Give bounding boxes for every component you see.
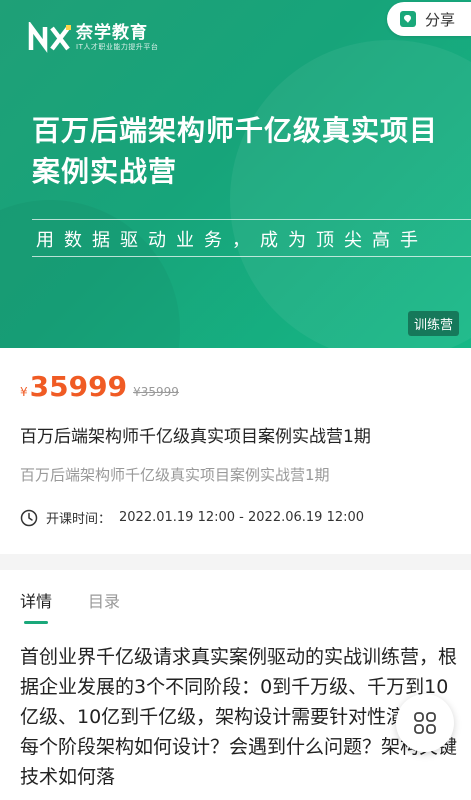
brand-logo: 奈学教育 IT人才职业能力提升平台: [28, 22, 158, 54]
current-price: 35999: [29, 370, 128, 403]
banner-decoration: [230, 40, 471, 348]
time-value: 2022.01.19 12:00 - 2022.06.19 12:00: [119, 510, 365, 525]
detail-tabs: 详情 目录: [20, 588, 120, 624]
price-row: ¥ 35999 ¥35999: [20, 370, 179, 403]
banner-title: 百万后端架构师千亿级真实项目案例实战营: [32, 114, 439, 188]
share-icon: [400, 11, 416, 27]
share-label: 分享: [425, 10, 456, 29]
course-banner: 奈学教育 IT人才职业能力提升平台 分享 百万后端架构师千亿级真实项目案例实战营…: [0, 0, 471, 348]
grid-menu-icon: [414, 712, 436, 734]
share-button[interactable]: 分享: [387, 2, 471, 36]
floating-menu-button[interactable]: [396, 694, 454, 752]
clock-icon: [20, 509, 38, 526]
course-subtitle: 百万后端架构师千亿级真实项目案例实战营1期: [20, 466, 330, 484]
brand-name: 奈学教育: [76, 23, 148, 43]
course-time: 开课时间： 2022.01.19 12:00 - 2022.06.19 12:0…: [20, 508, 364, 527]
original-price: ¥35999: [133, 385, 179, 399]
brand-tagline: IT人才职业能力提升平台: [76, 43, 159, 51]
course-description: 首创业界千亿级请求真实案例驱动的实战训练营，根据企业发展的3个不同阶段：0到千万…: [20, 646, 458, 788]
time-label: 开课时间：: [46, 512, 112, 527]
currency-symbol: ¥: [20, 385, 28, 399]
banner-slogan: 用数据驱动业务，成为顶尖高手: [36, 230, 428, 251]
course-detail-section: 详情 目录 首创业界千亿级请求真实案例驱动的实战训练营，根据企业发展的3个不同阶…: [0, 570, 471, 800]
tab-details[interactable]: 详情: [20, 588, 52, 624]
course-info-card: ¥ 35999 ¥35999 百万后端架构师千亿级真实项目案例实战营1期 百万后…: [0, 348, 471, 554]
tab-catalog[interactable]: 目录: [88, 588, 120, 624]
nx-logo-icon: [28, 22, 71, 53]
course-type-badge: 训练营: [407, 311, 459, 336]
course-title: 百万后端架构师千亿级真实项目案例实战营1期: [20, 427, 371, 447]
